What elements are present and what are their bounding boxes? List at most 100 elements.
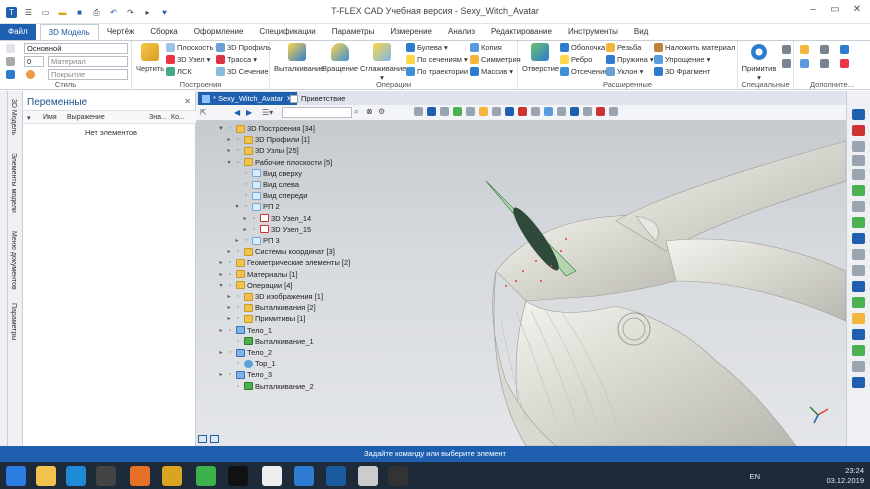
number-field[interactable]: 0 (24, 56, 44, 67)
boolean-button[interactable]: Булева ▾ (406, 43, 448, 52)
expand-toggle-icon[interactable]: ▸ (234, 237, 240, 244)
hole-button[interactable]: Отверстие (522, 43, 559, 73)
expand-toggle-icon[interactable]: ▸ (218, 327, 224, 334)
rotate-view-icon[interactable] (852, 201, 865, 212)
apply-material-button[interactable]: Наложить материал (654, 43, 735, 52)
tab-tools[interactable]: Инструменты (560, 24, 626, 40)
extra-tool-icon[interactable] (800, 59, 809, 68)
view-icon[interactable] (852, 297, 865, 308)
view-cube-icon[interactable] (852, 109, 865, 120)
ie-icon[interactable] (66, 466, 86, 486)
view-icon[interactable] (852, 329, 865, 340)
special-tool-icon[interactable] (782, 59, 791, 68)
tab-analysis[interactable]: Анализ (440, 24, 483, 40)
tree-node[interactable]: ▸ ◦ Тело_3 (218, 369, 272, 380)
view-tool-icon[interactable] (505, 107, 514, 116)
visibility-icon[interactable]: ◦ (234, 248, 242, 255)
view-tool-icon[interactable] (414, 107, 423, 116)
search-icon[interactable]: ⌕ (354, 107, 358, 117)
color-icon[interactable] (6, 70, 15, 79)
view-tool-icon[interactable] (453, 107, 462, 116)
tree-node[interactable]: ▸ ◦ 3D Профили [1] (226, 134, 309, 145)
simplify-button[interactable]: Упрощение ▾ (654, 55, 710, 64)
tflex-icon[interactable] (294, 466, 314, 486)
visibility-icon[interactable]: ◦ (226, 259, 234, 266)
material-combo[interactable]: Материал (48, 56, 128, 67)
cut-button[interactable]: Отсечение (560, 67, 608, 76)
visibility-icon[interactable]: ◦ (234, 315, 242, 322)
tree-node[interactable]: ▾ ◦ Операции [4] (218, 280, 292, 291)
firefox-icon[interactable] (130, 466, 150, 486)
forward-icon[interactable]: ▶ (246, 108, 252, 117)
tree-node[interactable]: ▸ ◦ Выталкивания [2] (226, 302, 315, 313)
smooth-button[interactable]: Сглаживание ▾ (360, 43, 406, 82)
terminal-icon[interactable] (228, 466, 248, 486)
view-tool-icon[interactable] (583, 107, 592, 116)
visibility-icon[interactable]: ◦ (234, 338, 242, 345)
symmetry-button[interactable]: Симметрия (470, 55, 521, 64)
extra-tool-icon[interactable] (800, 45, 809, 54)
extra-tool-icon[interactable] (840, 59, 849, 68)
tile-icon[interactable] (210, 435, 219, 443)
column-comment[interactable]: Ко... (171, 114, 185, 121)
doc-tab-model[interactable]: * Sexy_Witch_Avatar ✕ (198, 92, 297, 105)
expand-toggle-icon[interactable]: ▸ (218, 259, 224, 266)
expand-toggle-icon[interactable]: ▸ (242, 215, 248, 222)
expand-toggle-icon[interactable]: ▸ (226, 315, 232, 322)
view-icon[interactable] (852, 217, 865, 228)
extra-tool-icon[interactable] (820, 59, 829, 68)
tree-node[interactable]: ▸ ◦ Тело_1 (218, 325, 272, 336)
fragment3d-button[interactable]: 3D Фрагмент (654, 67, 710, 76)
tab-design[interactable]: Оформление (186, 24, 252, 40)
primitive-button[interactable]: Примитив ▾ (740, 43, 778, 82)
style-combo[interactable]: Основной (24, 43, 128, 54)
visibility-icon[interactable]: ◦ (226, 327, 234, 334)
path-button[interactable]: Трасса ▾ (216, 55, 257, 64)
visibility-icon[interactable]: ◦ (250, 226, 258, 233)
settings-icon[interactable]: ⚙ (378, 107, 385, 116)
close-button[interactable]: ✕ (848, 2, 866, 18)
visibility-icon[interactable]: ◦ (242, 170, 250, 177)
visibility-icon[interactable]: ◦ (242, 181, 250, 188)
minimize-button[interactable]: – (804, 2, 822, 18)
expand-toggle-icon[interactable]: ▾ (234, 203, 240, 210)
tree-node[interactable]: ▸ ◦ 3D Узел_15 (242, 224, 311, 235)
column-name[interactable]: Имя (43, 114, 57, 121)
visibility-icon[interactable]: ◦ (234, 383, 242, 390)
expand-toggle-icon[interactable]: ▸ (218, 371, 224, 378)
profile3d-button[interactable]: 3D Профиль (216, 43, 271, 52)
expand-toggle-icon[interactable]: ▸ (226, 136, 232, 143)
tab-specs[interactable]: Спецификации (251, 24, 323, 40)
view-tool-icon[interactable] (440, 107, 449, 116)
tree-node[interactable]: ◦ Вид сверху (234, 168, 302, 179)
system-clock[interactable]: 23:24 03.12.2019 (826, 466, 864, 486)
start-icon[interactable] (6, 466, 26, 486)
language-indicator[interactable]: EN (750, 472, 760, 481)
visibility-icon[interactable]: ◦ (226, 125, 234, 132)
view-icon[interactable] (852, 377, 865, 388)
expand-toggle-icon[interactable]: ▸ (218, 349, 224, 356)
visibility-icon[interactable]: ◦ (226, 282, 234, 289)
view-tool-icon[interactable] (466, 107, 475, 116)
expand-toggle-icon[interactable]: ▸ (226, 293, 232, 300)
visibility-icon[interactable]: ◦ (242, 192, 250, 199)
tree-node[interactable]: ▾ ◦ Рабочие плоскости [5] (226, 157, 332, 168)
expand-toggle-icon[interactable]: ▾ (226, 159, 232, 166)
thread-button[interactable]: Резьба (606, 43, 641, 52)
vs-icon[interactable] (326, 466, 346, 486)
view-tool-icon[interactable] (492, 107, 501, 116)
axes-view-icon[interactable] (852, 185, 865, 196)
view-tool-icon[interactable] (557, 107, 566, 116)
visibility-icon[interactable]: ◦ (234, 147, 242, 154)
special-tool-icon[interactable] (782, 45, 791, 54)
visibility-icon[interactable]: ◦ (234, 136, 242, 143)
expand-toggle-icon[interactable]: ▸ (226, 304, 232, 311)
array-button[interactable]: Массив ▾ (470, 67, 513, 76)
view-tool-icon[interactable] (479, 107, 488, 116)
node3d-button[interactable]: 3D Узел ▾ (166, 55, 210, 64)
tree-node[interactable]: ▸ ◦ Примитивы [1] (226, 313, 305, 324)
tree-node[interactable]: ▸ ◦ 3D Узлы [25] (226, 145, 298, 156)
doc-tab-welcome[interactable]: Приветствие (286, 92, 349, 105)
expand-toggle-icon[interactable]: ▾ (218, 282, 224, 289)
media-icon[interactable] (96, 466, 116, 486)
